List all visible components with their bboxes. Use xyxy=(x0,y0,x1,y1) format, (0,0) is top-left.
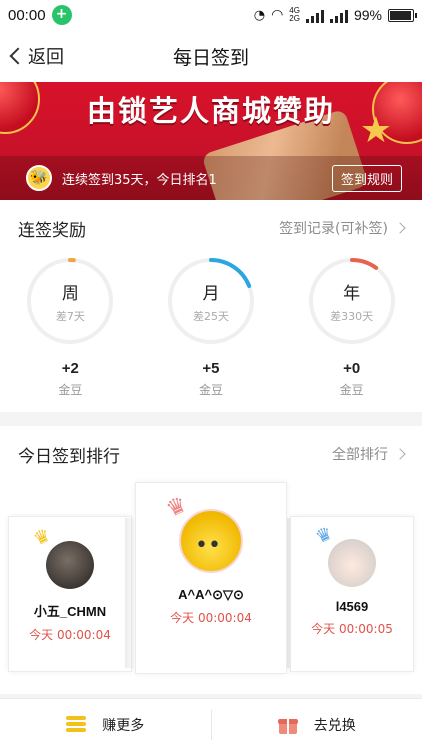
avatar: ♛ xyxy=(30,525,94,589)
star-icon: ★ xyxy=(359,110,392,151)
rewards-rings: 周 差7天 +2 金豆 月 差25天 +5 金豆 年 差330天 +0 金豆 xyxy=(0,256,422,398)
chevron-left-icon xyxy=(9,47,27,65)
avatar: ♛ •• xyxy=(163,492,243,573)
streak-bar: 🐝 连续签到35天，今日排名1 签到规则 xyxy=(0,156,422,200)
card-shadow-left xyxy=(125,518,135,668)
coins-icon xyxy=(66,715,87,734)
alarm-icon: ◔ xyxy=(253,7,266,23)
reward-remaining: 差25天 xyxy=(192,309,229,323)
network-type: 4G 2G xyxy=(289,7,300,23)
battery-percent: 99% xyxy=(353,7,382,23)
bee-face-icon: •• xyxy=(195,533,221,558)
network-type-bottom: 2G xyxy=(289,14,300,23)
user-avatar: 🐝 xyxy=(26,165,52,191)
all-ranking-link[interactable]: 全部排行 xyxy=(332,444,406,464)
rank-username: 小五_CHMN xyxy=(33,604,107,619)
earn-more-button[interactable]: 赚更多 xyxy=(0,699,211,750)
status-time: 00:00 xyxy=(8,6,46,24)
wifi-icon: ◠ xyxy=(271,7,284,23)
rank-username: l4569 xyxy=(335,599,369,614)
app-notification-icon: + xyxy=(51,5,72,25)
rules-button[interactable]: 签到规则 xyxy=(331,164,402,192)
reward-remaining: 差7天 xyxy=(55,309,85,323)
rank-card-third[interactable]: ♛ l4569 今天 00:00:05 xyxy=(290,516,414,672)
all-ranking-label: 全部排行 xyxy=(332,447,388,463)
streak-rewards-section: 连签奖励 签到记录(可补签) 周 差7天 +2 金豆 月 差25天 +5 金豆 … xyxy=(0,200,422,412)
crown-icon: ♛ xyxy=(30,524,54,551)
banner-title: 由锁艺人商城赞助 xyxy=(86,94,335,128)
rank-card-second[interactable]: ♛ 小五_CHMN 今天 00:00:04 xyxy=(8,516,132,672)
bottom-action-bar: 赚更多 去兑换 xyxy=(0,698,422,750)
history-link-label: 签到记录(可补签) xyxy=(279,221,388,237)
rank-time: 今天 00:00:04 xyxy=(29,628,111,642)
earn-more-label: 赚更多 xyxy=(102,717,145,734)
rank-card-first[interactable]: ♛ •• A^A^⊙▽⊙ 今天 00:00:04 xyxy=(135,482,287,674)
chevron-right-icon xyxy=(394,222,406,234)
rewards-header: 连签奖励 签到记录(可补签) xyxy=(0,200,422,256)
reward-unit: 金豆 xyxy=(339,383,364,397)
reward-bonus: +0 xyxy=(343,360,361,377)
streak-text: 连续签到35天，今日排名1 xyxy=(62,172,217,188)
reward-period: 周 xyxy=(61,283,79,304)
avatar: ♛ xyxy=(312,523,376,587)
reward-bonus: +2 xyxy=(61,360,79,377)
exchange-button[interactable]: 去兑换 xyxy=(212,699,422,750)
crown-icon: ♛ xyxy=(312,522,336,549)
reward-period: 月 xyxy=(202,283,220,304)
reward-remaining: 差330天 xyxy=(330,309,374,323)
ranking-podium: ♛ 小五_CHMN 今天 00:00:04 ♛ •• A^A^⊙▽⊙ 今天 00… xyxy=(0,482,422,694)
rank-time: 今天 00:00:04 xyxy=(170,611,252,625)
exchange-label: 去兑换 xyxy=(313,717,356,734)
progress-ring-month: 月 差25天 xyxy=(166,256,256,346)
battery-fill xyxy=(390,10,411,20)
nav-bar: 返回 每日签到 xyxy=(0,30,422,82)
status-bar: 00:00 + ◔ ◠ 4G 2G 99% xyxy=(0,0,422,30)
progress-ring-year: 年 差330天 xyxy=(307,256,397,346)
ranking-header: 今日签到排行 全部排行 xyxy=(0,426,422,482)
reward-week: 周 差7天 +2 金豆 xyxy=(15,256,125,398)
reward-period: 年 xyxy=(343,283,361,304)
gift-icon xyxy=(277,716,298,734)
back-label: 返回 xyxy=(28,47,64,68)
signal-icon-1 xyxy=(305,7,324,23)
reward-unit: 金豆 xyxy=(198,383,223,397)
signal-icon-2 xyxy=(329,7,348,23)
crown-icon: ♛ xyxy=(162,492,192,523)
app-badge-glyph: + xyxy=(55,6,68,22)
rewards-title: 连签奖励 xyxy=(18,220,86,241)
rank-username: A^A^⊙▽⊙ xyxy=(178,587,244,602)
chevron-right-icon xyxy=(394,448,406,460)
reward-month: 月 差25天 +5 金豆 xyxy=(156,256,266,398)
battery-icon xyxy=(388,8,417,22)
sponsor-banner: 由锁艺人商城赞助 ★ 🐝 连续签到35天，今日排名1 签到规则 xyxy=(0,82,422,200)
daily-ranking-section: 今日签到排行 全部排行 ♛ 小五_CHMN 今天 00:00:04 ♛ •• A… xyxy=(0,426,422,694)
reward-bonus: +5 xyxy=(202,360,220,377)
reward-unit: 金豆 xyxy=(58,383,83,397)
rank-time: 今天 00:00:05 xyxy=(311,622,393,636)
reward-year: 年 差330天 +0 金豆 xyxy=(297,256,407,398)
back-button[interactable]: 返回 xyxy=(0,30,64,82)
progress-ring-week: 周 差7天 xyxy=(25,256,115,346)
ranking-title: 今日签到排行 xyxy=(18,446,120,467)
history-link[interactable]: 签到记录(可补签) xyxy=(279,218,406,238)
